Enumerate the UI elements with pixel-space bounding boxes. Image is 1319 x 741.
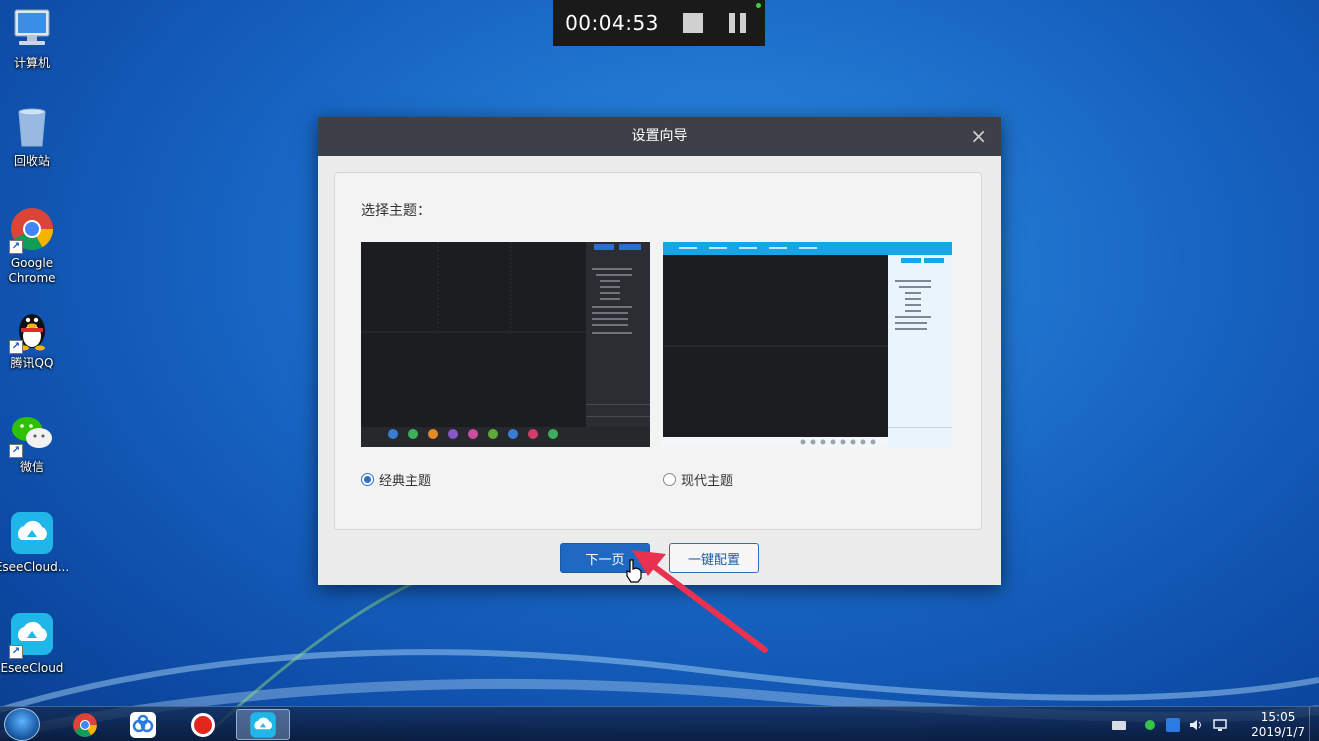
chrome-icon: ↗ — [9, 206, 55, 254]
system-clock[interactable]: 15:05 2019/1/7 — [1251, 710, 1305, 740]
clock-date: 2019/1/7 — [1251, 725, 1305, 739]
desktop-icon-qq[interactable]: ↗ 腾讯QQ — [0, 306, 64, 371]
wechat-icon: ↗ — [9, 410, 55, 458]
recording-timer: 00:04:53 — [565, 11, 659, 35]
computer-icon — [9, 6, 55, 52]
recording-indicator-icon — [756, 3, 761, 8]
network-status-icon[interactable] — [1143, 718, 1157, 732]
shortcut-arrow-icon: ↗ — [9, 645, 23, 659]
theme-heading: 选择主题： — [361, 203, 431, 219]
desktop-icon-wechat[interactable]: ↗ 微信 — [0, 410, 64, 475]
desktop-icon-eseecloud-1[interactable]: EseeCloud... — [0, 510, 69, 575]
screen-recorder-bar: 00:04:53 — [553, 0, 765, 46]
desktop-icon-google-chrome[interactable]: ↗ Google Chrome — [0, 206, 64, 286]
modern-theme-label: 现代主题 — [681, 474, 734, 489]
baidu-netdisk-icon — [130, 711, 156, 738]
record-icon — [191, 712, 215, 737]
recycle-bin-icon — [9, 104, 55, 150]
eseecloud-icon — [9, 510, 55, 556]
eseecloud-icon — [250, 711, 276, 738]
taskbar-recorder[interactable] — [176, 709, 230, 740]
hand-cursor-icon — [626, 559, 642, 583]
qq-penguin-icon: ↗ — [9, 306, 55, 354]
keyboard-icon[interactable] — [1112, 718, 1126, 732]
modern-theme-option[interactable]: 现代主题 — [663, 470, 733, 489]
chrome-icon — [73, 712, 97, 737]
close-icon[interactable]: × — [970, 117, 987, 156]
shortcut-arrow-icon: ↗ — [9, 240, 23, 254]
classic-theme-label: 经典主题 — [379, 474, 432, 489]
volume-icon[interactable] — [1189, 718, 1203, 732]
theme-selection-panel: 选择主题： 经典主题 现代主题 — [334, 172, 982, 530]
classic-theme-option[interactable]: 经典主题 — [361, 470, 431, 489]
taskbar-baidu-netdisk[interactable] — [116, 709, 170, 740]
shortcut-arrow-icon: ↗ — [9, 444, 23, 458]
pause-recording-button[interactable] — [729, 13, 746, 33]
taskbar-chrome[interactable] — [58, 709, 112, 740]
start-button[interactable] — [4, 708, 40, 741]
taskbar-eseecloud[interactable] — [236, 709, 290, 740]
dialog-title-bar: 设置向导 × — [318, 117, 1001, 156]
shortcut-arrow-icon: ↗ — [9, 340, 23, 354]
setup-wizard-dialog: 设置向导 × 选择主题： 经典主题 现代主题 下一页 一键配置 — [318, 117, 1001, 585]
classic-theme-preview[interactable] — [361, 242, 650, 447]
classic-theme-radio[interactable] — [361, 473, 374, 486]
input-method-icon[interactable] — [1166, 718, 1180, 732]
display-icon[interactable] — [1213, 718, 1227, 732]
clock-time: 15:05 — [1260, 710, 1296, 724]
dialog-title: 设置向导 — [631, 128, 688, 144]
desktop-icon-computer[interactable]: 计算机 — [0, 6, 64, 71]
modern-theme-radio[interactable] — [663, 473, 676, 486]
eseecloud-icon: ↗ — [9, 611, 55, 659]
show-desktop-button[interactable] — [1309, 707, 1319, 741]
stop-recording-button[interactable] — [683, 13, 703, 33]
desktop-icon-recycle-bin[interactable]: 回收站 — [0, 104, 64, 169]
modern-theme-preview[interactable] — [663, 242, 952, 447]
taskbar: 15:05 2019/1/7 — [0, 706, 1319, 741]
desktop-icon-eseecloud-2[interactable]: ↗ EseeCloud — [0, 611, 64, 676]
